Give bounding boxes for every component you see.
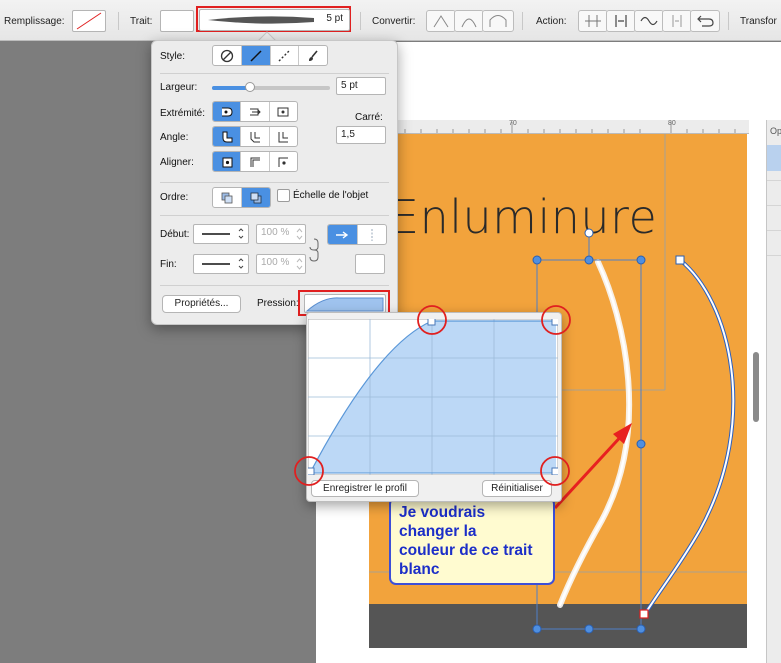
miter-label: Carré:	[355, 112, 383, 123]
bevel-join-icon	[250, 131, 260, 142]
stroke-front-icon	[250, 192, 262, 203]
style-solid-button[interactable]	[241, 46, 271, 65]
line-preview-icon	[202, 258, 244, 269]
join-segmented	[212, 126, 298, 147]
width-label: Largeur:	[160, 82, 198, 93]
align-inside-icon	[222, 157, 233, 167]
divider	[160, 285, 389, 286]
start-label: Début:	[160, 229, 190, 240]
miter-join-icon	[278, 131, 289, 142]
link-chain-icon[interactable]	[309, 237, 319, 263]
square-cap-icon	[277, 107, 289, 116]
properties-button[interactable]: Propriétés...	[162, 295, 241, 313]
end-scale-field[interactable]: 100 %	[256, 254, 306, 274]
order-stroke-front-button[interactable]	[242, 188, 270, 207]
round-join-icon	[222, 131, 233, 142]
stroke-behind-icon	[221, 192, 233, 203]
line-preview-icon	[202, 228, 244, 239]
align-outside-icon	[278, 157, 289, 167]
align-inside-button[interactable]	[213, 152, 242, 171]
width-slider[interactable]	[212, 82, 330, 92]
blue-outlined-stroke	[643, 258, 736, 616]
start-arrow-select[interactable]	[193, 224, 249, 244]
stroke-style-segmented	[212, 45, 328, 66]
cap-segmented	[212, 101, 298, 122]
arrow-right-icon	[336, 230, 349, 239]
start-scale-field[interactable]: 100 %	[256, 224, 306, 244]
cap-square-button[interactable]	[270, 102, 297, 121]
scale-with-object-label: Échelle de l'objet	[293, 190, 369, 201]
stepper-icon	[296, 228, 303, 240]
arrow-reverse-button[interactable]	[358, 225, 387, 244]
cap-label: Extrémité:	[160, 108, 206, 119]
align-segmented	[212, 151, 298, 172]
save-profile-button[interactable]: Enregistrer le profil	[311, 480, 419, 497]
annotation-line: Je voudrais	[399, 504, 486, 521]
align-center-button[interactable]	[241, 152, 270, 171]
order-segmented	[212, 187, 271, 208]
arrow-dashed-icon	[371, 228, 373, 241]
solid-line-icon	[250, 49, 262, 62]
style-label: Style:	[160, 51, 186, 62]
end-arrow-preview[interactable]	[355, 254, 385, 274]
brush-icon	[309, 49, 318, 61]
align-center-icon	[250, 157, 260, 167]
arrow-forward-button[interactable]	[328, 225, 358, 244]
stepper-icon	[296, 258, 303, 270]
pressure-curve-editor: Enregistrer le profil Réinitialiser	[306, 312, 562, 502]
cap-round-button[interactable]	[213, 102, 242, 121]
order-label: Ordre:	[160, 192, 189, 203]
end-label: Fin:	[160, 259, 177, 270]
style-none-button[interactable]	[213, 46, 242, 65]
stroke-popover: Style: Largeur: 5 pt Extrémité: Carré: A…	[151, 40, 398, 325]
join-miter-button[interactable]	[270, 127, 297, 146]
width-field[interactable]: 5 pt	[336, 77, 386, 95]
miter-field[interactable]: 1,5	[336, 126, 386, 144]
butt-cap-icon	[249, 108, 261, 115]
divider	[160, 182, 389, 183]
end-scale-value: 100 %	[261, 257, 290, 268]
pressure-curve-icon	[305, 297, 384, 312]
arrow-direction-segmented	[327, 224, 387, 245]
annotation-line: changer la	[399, 523, 477, 540]
join-round-button[interactable]	[213, 127, 242, 146]
join-label: Angle:	[160, 132, 189, 143]
style-brush-button[interactable]	[299, 46, 327, 65]
start-scale-value: 100 %	[261, 227, 290, 238]
annotation-callout: Je voudrais changer la couleur de ce tra…	[389, 497, 555, 585]
style-dashed-button[interactable]	[271, 46, 300, 65]
pressure-label: Pression:	[257, 298, 299, 309]
width-slider-knob[interactable]	[244, 82, 255, 92]
dashed-line-icon	[278, 50, 290, 61]
join-bevel-button[interactable]	[241, 127, 270, 146]
annotation-line: couleur de ce trait	[399, 542, 533, 559]
reset-profile-button[interactable]: Réinitialiser	[482, 480, 552, 497]
no-stroke-icon	[220, 49, 234, 62]
align-outside-button[interactable]	[270, 152, 297, 171]
pressure-curve-graph[interactable]	[308, 319, 558, 475]
round-cap-icon	[221, 107, 233, 116]
divider	[160, 73, 389, 74]
order-stroke-behind-button[interactable]	[213, 188, 242, 207]
divider	[160, 215, 389, 216]
align-label: Aligner:	[160, 157, 194, 168]
annotation-line: blanc	[399, 561, 440, 578]
pressure-curve-button[interactable]	[304, 294, 386, 313]
scale-with-object-checkbox[interactable]	[277, 189, 290, 202]
end-arrow-select[interactable]	[193, 254, 249, 274]
cap-butt-button[interactable]	[241, 102, 270, 121]
